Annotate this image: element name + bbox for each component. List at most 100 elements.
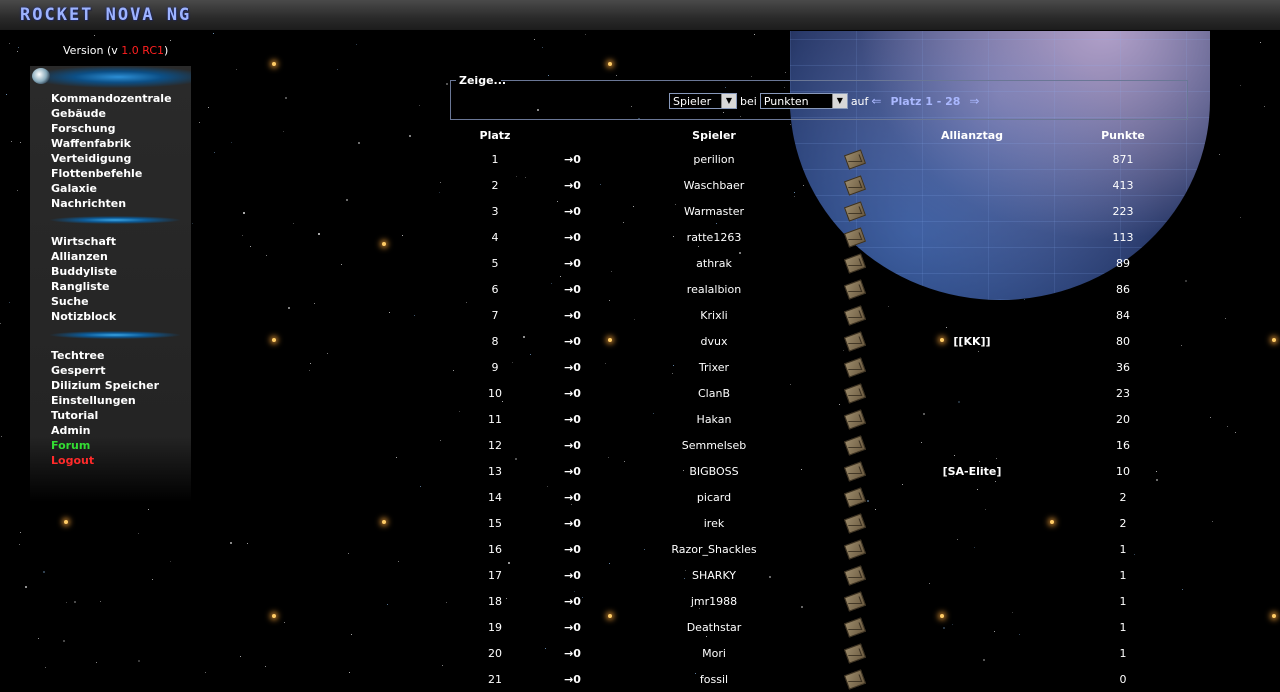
rank-sort-select[interactable]: Punkten ▼ [759, 93, 848, 109]
envelope-icon[interactable] [843, 669, 866, 690]
sidebar-item-flottenbefehle[interactable]: Flottenbefehle [51, 166, 172, 181]
player-name-cell[interactable]: ratte1263 [605, 224, 823, 250]
sidebar-item-logout[interactable]: Logout [51, 453, 159, 468]
player-name-cell[interactable]: ClanB [605, 380, 823, 406]
player-name-cell[interactable]: Krixli [605, 302, 823, 328]
player-name-cell[interactable]: picard [605, 484, 823, 510]
player-name-cell[interactable]: realalbion [605, 276, 823, 302]
rank-range-select[interactable]: Platz 1 - 28 [890, 95, 960, 108]
star [285, 97, 287, 99]
sidebar-item-gebäude[interactable]: Gebäude [51, 106, 172, 121]
envelope-icon[interactable] [843, 617, 866, 638]
sidebar-item-galaxie[interactable]: Galaxie [51, 181, 172, 196]
sidebar-item-verteidigung[interactable]: Verteidigung [51, 151, 172, 166]
alliance-tag-cell[interactable]: [[KK]] [886, 328, 1058, 354]
sidebar-item-einstellungen[interactable]: Einstellungen [51, 393, 159, 408]
player-name-cell[interactable]: Warmaster [605, 198, 823, 224]
alliance-tag-cell[interactable]: [SA-Elite] [886, 458, 1058, 484]
player-name-cell[interactable]: jmr1988 [605, 588, 823, 614]
alliance-tag-cell[interactable] [886, 640, 1058, 666]
message-cell [823, 510, 886, 536]
envelope-icon[interactable] [843, 227, 866, 248]
alliance-tag-cell[interactable] [886, 432, 1058, 458]
sidebar-item-forschung[interactable]: Forschung [51, 121, 172, 136]
player-name-cell[interactable]: SHARKY [605, 562, 823, 588]
envelope-icon[interactable] [843, 643, 866, 664]
sidebar-item-buddyliste[interactable]: Buddyliste [51, 264, 117, 279]
envelope-icon[interactable] [843, 435, 866, 456]
alliance-tag-cell[interactable] [886, 146, 1058, 172]
player-name-cell[interactable]: Trixer [605, 354, 823, 380]
alliance-tag-cell[interactable] [886, 588, 1058, 614]
envelope-icon[interactable] [843, 201, 866, 222]
alliance-tag-cell[interactable] [886, 276, 1058, 302]
dropdown-arrow-icon[interactable]: ▼ [831, 94, 847, 108]
points-cell: 84 [1116, 308, 1130, 322]
sidebar-item-notizblock[interactable]: Notizblock [51, 309, 117, 324]
envelope-icon[interactable] [843, 539, 866, 560]
sidebar-item-kommandozentrale[interactable]: Kommandozentrale [51, 91, 172, 106]
player-name-cell[interactable]: Semmelseb [605, 432, 823, 458]
player-name-cell[interactable]: Mori [605, 640, 823, 666]
sidebar-item-wirtschaft[interactable]: Wirtschaft [51, 234, 117, 249]
envelope-icon[interactable] [843, 357, 866, 378]
envelope-icon[interactable] [843, 461, 866, 482]
alliance-tag-cell[interactable] [886, 510, 1058, 536]
alliance-tag-cell[interactable] [886, 380, 1058, 406]
sidebar-item-gesperrt[interactable]: Gesperrt [51, 363, 159, 378]
player-name-cell[interactable]: irek [605, 510, 823, 536]
player-name-cell[interactable]: BIGBOSS [605, 458, 823, 484]
alliance-tag-cell[interactable] [886, 198, 1058, 224]
alliance-tag-cell[interactable] [886, 250, 1058, 276]
alliance-tag-cell[interactable] [886, 172, 1058, 198]
sidebar-item-suche[interactable]: Suche [51, 294, 117, 309]
envelope-icon[interactable] [843, 331, 866, 352]
rank-type-select[interactable]: Spieler ▼ [669, 93, 737, 109]
alliance-tag-cell[interactable] [886, 614, 1058, 640]
sidebar-item-tutorial[interactable]: Tutorial [51, 408, 159, 423]
dropdown-arrow-icon[interactable]: ▼ [721, 94, 736, 108]
alliance-tag-cell[interactable] [886, 354, 1058, 380]
next-page-arrow-icon[interactable]: ⇒ [969, 94, 979, 108]
player-name-cell[interactable]: Deathstar [605, 614, 823, 640]
envelope-icon[interactable] [843, 175, 866, 196]
envelope-icon[interactable] [843, 383, 866, 404]
player-name-cell[interactable]: perilion [605, 146, 823, 172]
alliance-tag-cell[interactable] [886, 224, 1058, 250]
envelope-icon[interactable] [843, 253, 866, 274]
rank-change-cell: →0 [564, 464, 581, 478]
player-name-cell[interactable]: Razor_Shackles [605, 536, 823, 562]
envelope-icon[interactable] [843, 305, 866, 326]
sidebar-item-forum[interactable]: Forum [51, 438, 159, 453]
prev-page-arrow-icon[interactable]: ⇐ [871, 94, 881, 108]
player-name-cell[interactable]: athrak [605, 250, 823, 276]
sidebar-item-nachrichten[interactable]: Nachrichten [51, 196, 172, 211]
envelope-icon[interactable] [843, 149, 866, 170]
sidebar-item-admin[interactable]: Admin [51, 423, 159, 438]
envelope-icon[interactable] [843, 487, 866, 508]
envelope-icon[interactable] [843, 591, 866, 612]
rank-cell: 3 [491, 204, 499, 218]
alliance-tag-cell[interactable] [886, 666, 1058, 692]
envelope-icon[interactable] [843, 565, 866, 586]
envelope-icon[interactable] [843, 513, 866, 534]
alliance-tag-cell[interactable] [886, 536, 1058, 562]
star [1240, 217, 1241, 218]
envelope-icon[interactable] [843, 279, 866, 300]
sidebar-item-dilizium-speicher[interactable]: Dilizium Speicher [51, 378, 159, 393]
player-name-cell[interactable]: Hakan [605, 406, 823, 432]
star [1212, 521, 1213, 522]
envelope-icon[interactable] [843, 409, 866, 430]
sidebar-item-rangliste[interactable]: Rangliste [51, 279, 117, 294]
player-name-cell[interactable]: Waschbaer [605, 172, 823, 198]
alliance-tag-cell[interactable] [886, 302, 1058, 328]
sidebar-item-techtree[interactable]: Techtree [51, 348, 159, 363]
alliance-tag-cell[interactable] [886, 484, 1058, 510]
player-name-cell[interactable]: fossil [605, 666, 823, 692]
site-logo[interactable]: ROCKET NOVA NG [20, 5, 191, 25]
alliance-tag-cell[interactable] [886, 562, 1058, 588]
sidebar-item-waffenfabrik[interactable]: Waffenfabrik [51, 136, 172, 151]
player-name-cell[interactable]: dvux [605, 328, 823, 354]
sidebar-item-allianzen[interactable]: Allianzen [51, 249, 117, 264]
alliance-tag-cell[interactable] [886, 406, 1058, 432]
